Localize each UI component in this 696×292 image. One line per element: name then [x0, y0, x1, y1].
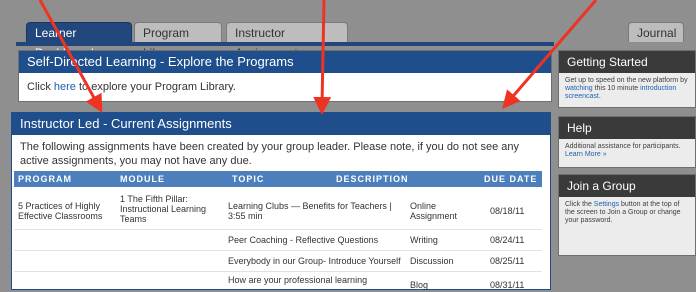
tab-program-library[interactable]: Program Library — [134, 22, 222, 60]
col-program: PROGRAM — [18, 174, 72, 184]
cell-description: Writing — [410, 235, 438, 245]
instructor-led-intro: The following assignments have been crea… — [20, 141, 519, 167]
join-group-text-1: Click the — [565, 201, 594, 208]
tabbar-underline — [16, 42, 554, 46]
help-box: Help Additional assistance for participa… — [558, 116, 696, 168]
cell-topic-link[interactable]: Learning Clubs — Benefits for Teachers |… — [228, 201, 398, 221]
cell-description: Discussion — [410, 256, 454, 266]
col-topic: TOPIC — [232, 174, 265, 184]
col-module: MODULE — [120, 174, 165, 184]
getting-started-text-1: Get up to speed on the new platform by — [565, 77, 688, 84]
help-text: Additional assistance for participants. … — [559, 139, 695, 163]
help-text-body: Additional assistance for participants. — [565, 143, 681, 150]
tab-instructor-assignments[interactable]: Instructor Assignments — [226, 22, 348, 60]
getting-started-header: Getting Started — [559, 51, 695, 73]
self-directed-suffix: to explore your Program Library. — [75, 81, 236, 93]
watching-link[interactable]: watching — [565, 85, 593, 92]
tab-learner-dashboard[interactable]: Learner Dashboard — [26, 22, 132, 60]
tab-journal[interactable]: Journal — [628, 22, 684, 42]
getting-started-text: Get up to speed on the new platform by w… — [559, 73, 695, 105]
self-directed-prefix: Click — [27, 81, 54, 93]
assignments-table-header: PROGRAM MODULE TOPIC DESCRIPTION DUE DAT… — [14, 171, 542, 187]
table-row[interactable]: How are your professional learning Blog … — [14, 272, 542, 292]
cell-description: Blog — [410, 280, 429, 290]
self-directed-body: Click here to explore your Program Libra… — [19, 73, 551, 93]
cell-due: 08/24/11 — [490, 235, 525, 245]
getting-started-box: Getting Started Get up to speed on the n… — [558, 50, 696, 108]
self-directed-header: Self-Directed Learning - Explore the Pro… — [19, 51, 551, 73]
join-group-header: Join a Group — [559, 175, 695, 197]
self-directed-panel: Self-Directed Learning - Explore the Pro… — [18, 50, 552, 102]
join-group-box: Join a Group Click the Settings button a… — [558, 174, 696, 256]
table-row[interactable]: 5 Practices of Highly Effective Classroo… — [14, 189, 542, 230]
cell-module: 1 The Fifth Pillar: Instructional Learni… — [120, 194, 207, 224]
learn-more-link[interactable]: Learn More » — [565, 151, 607, 158]
col-description: DESCRIPTION — [336, 174, 409, 184]
join-group-text: Click the Settings button at the top of … — [559, 197, 695, 229]
cell-due: 08/18/11 — [490, 206, 525, 216]
help-header: Help — [559, 117, 695, 139]
instructor-led-panel: Instructor Led - Current Assignments The… — [11, 112, 551, 290]
cell-topic-link[interactable]: Everybody in our Group- Introduce Yourse… — [228, 256, 401, 266]
cell-topic-link[interactable]: How are your professional learning — [228, 275, 367, 285]
col-due-date: DUE DATE — [484, 174, 538, 184]
settings-link[interactable]: Settings — [594, 201, 619, 208]
table-row[interactable]: Everybody in our Group- Introduce Yourse… — [14, 251, 542, 272]
getting-started-text-3: . — [598, 93, 601, 100]
cell-topic-link[interactable]: Peer Coaching - Reflective Questions — [228, 235, 378, 245]
program-library-link[interactable]: here — [54, 81, 76, 93]
table-row[interactable]: Peer Coaching - Reflective Questions Wri… — [14, 230, 542, 251]
cell-program: 5 Practices of Highly Effective Classroo… — [18, 201, 103, 221]
cell-due: 08/31/11 — [490, 280, 525, 290]
instructor-led-header: Instructor Led - Current Assignments — [12, 113, 550, 135]
cell-description: Online Assignment — [410, 201, 458, 221]
getting-started-text-2: this 10 minute — [592, 85, 641, 92]
cell-due: 08/25/11 — [490, 256, 525, 266]
